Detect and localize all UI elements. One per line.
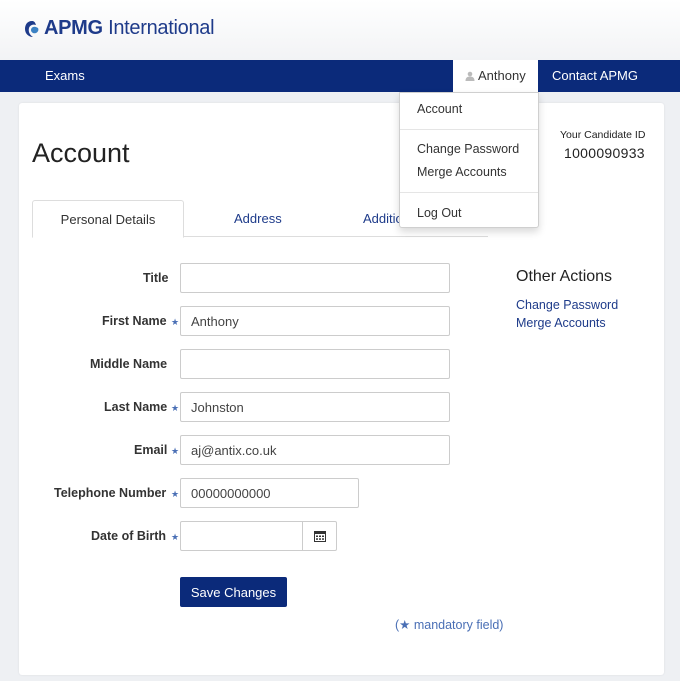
- site-header: APMG International: [0, 0, 680, 60]
- save-changes-button[interactable]: Save Changes: [180, 577, 287, 607]
- telephone-input[interactable]: [180, 478, 359, 508]
- candidate-id-label: Your Candidate ID: [560, 129, 646, 141]
- apmg-swirl-icon: [25, 20, 39, 37]
- user-icon: [465, 71, 475, 81]
- nav-contact-apmg[interactable]: Contact APMG: [552, 60, 638, 92]
- dob-input[interactable]: [180, 521, 303, 551]
- middle-name-label: Middle Name: [90, 357, 168, 371]
- dob-label: Date of Birth: [91, 529, 166, 543]
- required-star-icon: ★: [171, 446, 180, 456]
- main-navbar: Exams Anthony Contact APMG: [0, 60, 680, 92]
- merge-accounts-link[interactable]: Merge Accounts: [516, 316, 606, 330]
- telephone-label: Telephone Number: [54, 486, 167, 500]
- menu-item-merge-accounts[interactable]: Merge Accounts: [417, 165, 507, 179]
- email-label: Email: [134, 443, 168, 457]
- email-input[interactable]: [180, 435, 450, 465]
- page-title: Account: [32, 138, 130, 168]
- date-picker-button[interactable]: [302, 521, 337, 551]
- nav-exams[interactable]: Exams: [45, 60, 85, 92]
- first-name-label: First Name: [102, 314, 167, 328]
- menu-divider: [400, 192, 538, 193]
- change-password-link[interactable]: Change Password: [516, 298, 618, 312]
- candidate-id-value: 1000090933: [564, 145, 645, 161]
- tab-personal-details[interactable]: Personal Details: [32, 200, 184, 238]
- tab-additional[interactable]: Additio: [363, 200, 403, 237]
- last-name-input[interactable]: [180, 392, 450, 422]
- brand-name: APMG International: [44, 17, 215, 39]
- menu-item-change-password[interactable]: Change Password: [417, 142, 519, 156]
- required-star-icon: ★: [171, 317, 180, 327]
- other-actions-heading: Other Actions: [516, 268, 613, 285]
- mandatory-field-note: (★ mandatory field): [395, 618, 504, 632]
- last-name-label: Last Name: [104, 400, 168, 414]
- content-panel: [19, 103, 664, 675]
- menu-divider: [400, 129, 538, 130]
- user-dropdown-menu: Account Change Password Merge Accounts L…: [399, 92, 539, 228]
- title-input[interactable]: [180, 263, 450, 293]
- menu-item-log-out[interactable]: Log Out: [417, 206, 461, 220]
- middle-name-input[interactable]: [180, 349, 450, 379]
- nav-user-menu[interactable]: Anthony: [453, 60, 538, 92]
- menu-item-account[interactable]: Account: [417, 102, 462, 116]
- required-star-icon: ★: [171, 403, 180, 413]
- apmg-logo[interactable]: APMG International: [24, 17, 215, 40]
- first-name-input[interactable]: [180, 306, 450, 336]
- calendar-icon: [313, 531, 326, 542]
- required-star-icon: ★: [171, 532, 180, 542]
- nav-user-label: Anthony: [478, 68, 526, 83]
- tab-address[interactable]: Address: [234, 200, 282, 237]
- title-label: Title: [143, 271, 169, 285]
- required-star-icon: ★: [171, 489, 180, 499]
